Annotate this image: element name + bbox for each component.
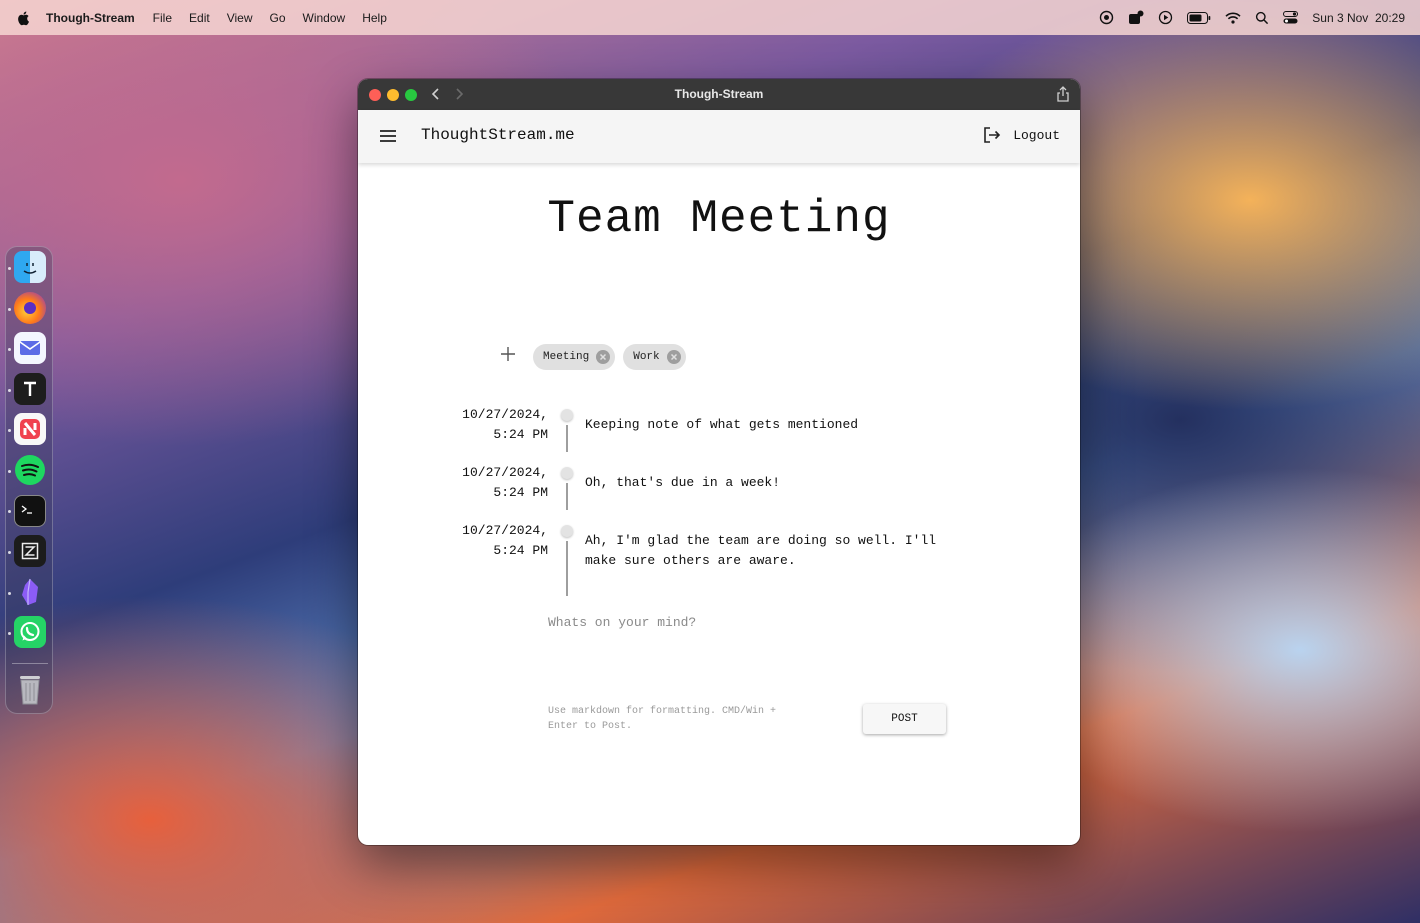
window-title: Though-Stream	[674, 87, 764, 101]
tag-label: Work	[633, 351, 660, 363]
share-icon[interactable]	[1056, 86, 1070, 102]
dock-running-indicator	[8, 429, 11, 432]
menu-view[interactable]: View	[227, 11, 253, 25]
terminal-icon[interactable]	[14, 495, 46, 527]
battery-icon[interactable]	[1187, 11, 1211, 24]
page-title: Team Meeting	[547, 193, 891, 245]
entry-text[interactable]: Ah, I'm glad the team are doing so well.…	[585, 531, 955, 571]
timeline-dot	[561, 467, 573, 479]
spotlight-search-icon[interactable]	[1255, 11, 1269, 25]
remove-tag-icon[interactable]	[596, 350, 611, 364]
dock-running-indicator	[8, 592, 11, 595]
menu-help[interactable]: Help	[362, 11, 387, 25]
entry-text[interactable]: Oh, that's due in a week!	[585, 473, 955, 493]
tag-chip-meeting[interactable]: Meeting	[533, 344, 616, 370]
add-tag-plus-icon[interactable]	[500, 346, 516, 362]
wifi-icon[interactable]	[1225, 12, 1241, 24]
menu-app-name[interactable]: Though-Stream	[46, 11, 135, 25]
hamburger-menu-icon[interactable]	[380, 129, 396, 143]
play-icon[interactable]	[1158, 10, 1173, 25]
finder-icon[interactable]	[14, 251, 46, 283]
dock-running-indicator	[8, 632, 11, 635]
entry-timestamp: 10/27/2024, 5:24 PM	[462, 465, 548, 500]
dock-separator	[12, 663, 48, 664]
notification-badge-icon[interactable]	[1128, 10, 1144, 25]
dock-running-indicator	[8, 267, 11, 270]
timeline-connector	[566, 483, 568, 510]
logout-icon	[984, 127, 1001, 143]
window-titlebar[interactable]: Though-Stream	[358, 79, 1080, 110]
app-header: ThoughtStream.me Logout	[358, 110, 1080, 163]
tag-label: Meeting	[543, 351, 590, 363]
spotify-icon[interactable]	[14, 454, 46, 486]
dock-running-indicator	[8, 470, 11, 473]
timeline-dot	[561, 525, 573, 537]
dock-running-indicator	[8, 551, 11, 554]
dock-running-indicator	[8, 348, 11, 351]
menu-file[interactable]: File	[153, 11, 172, 25]
dock-running-indicator	[8, 308, 11, 311]
apple-logo-icon[interactable]	[16, 10, 32, 26]
compose-input[interactable]: Whats on your mind?	[548, 615, 696, 630]
news-icon[interactable]	[14, 413, 46, 445]
timeline-dot	[561, 409, 573, 421]
dock-running-indicator	[8, 510, 11, 513]
menu-window[interactable]: Window	[303, 11, 346, 25]
remove-tag-icon[interactable]	[666, 350, 681, 364]
typora-icon[interactable]	[14, 373, 46, 405]
entry-timestamp: 10/27/2024, 5:24 PM	[462, 523, 548, 558]
zed-icon[interactable]	[14, 535, 46, 567]
post-button[interactable]: POST	[863, 704, 946, 734]
brand-title[interactable]: ThoughtStream.me	[421, 126, 575, 144]
screen-record-icon[interactable]	[1099, 10, 1114, 25]
menu-clock[interactable]: Sun 3 Nov 20:29	[1312, 11, 1405, 25]
menu-bar: Though-Stream File Edit View Go Window H…	[0, 0, 1420, 35]
timeline-connector	[566, 541, 568, 596]
entry-text[interactable]: Keeping note of what gets mentioned	[585, 415, 955, 435]
trash-icon[interactable]	[14, 673, 46, 705]
firefox-icon[interactable]	[14, 292, 46, 324]
app-window: Though-Stream ThoughtStream.me Logout Te…	[358, 79, 1080, 845]
menu-edit[interactable]: Edit	[189, 11, 210, 25]
tag-chip-work[interactable]: Work	[623, 344, 686, 370]
logout-label: Logout	[1013, 127, 1060, 143]
timeline-connector	[566, 425, 568, 452]
logout-button[interactable]: Logout	[983, 126, 1060, 144]
obsidian-icon[interactable]	[14, 576, 46, 608]
mail-icon[interactable]	[14, 332, 46, 364]
entry-timestamp: 10/27/2024, 5:24 PM	[462, 407, 548, 442]
dock-running-indicator	[8, 389, 11, 392]
tag-list: Meeting Work	[500, 344, 686, 370]
whatsapp-icon[interactable]	[14, 616, 46, 648]
dock	[5, 246, 53, 714]
markdown-hint: Use markdown for formatting. CMD/Win + E…	[548, 706, 777, 732]
control-center-icon[interactable]	[1283, 11, 1299, 24]
menu-go[interactable]: Go	[270, 11, 286, 25]
